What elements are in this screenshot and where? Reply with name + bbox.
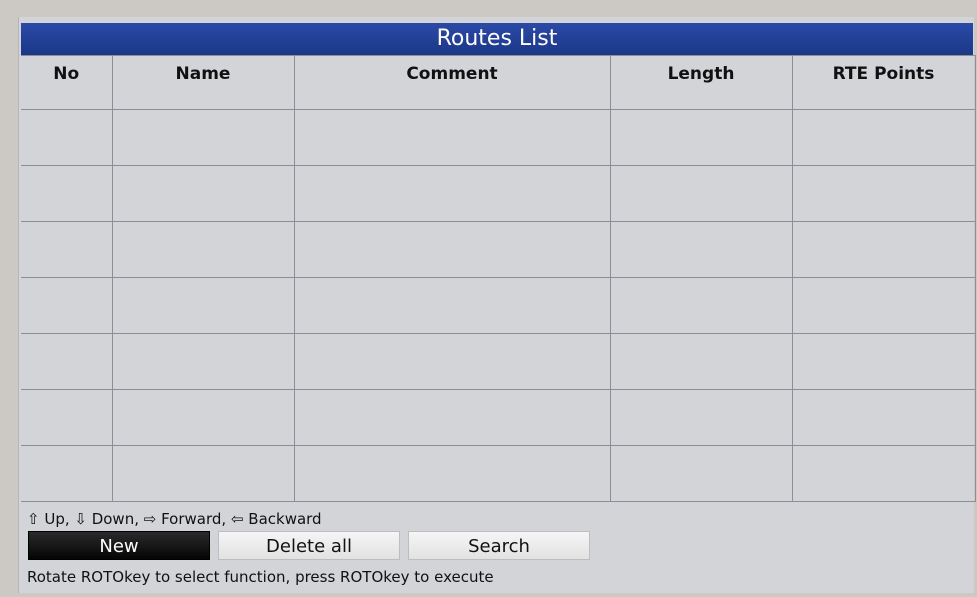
table-cell — [293, 445, 611, 502]
table-cell — [21, 333, 113, 390]
button-bar: New Delete all Search — [28, 531, 590, 560]
table-cell — [21, 109, 113, 166]
navigation-hint: ⇧ Up, ⇩ Down, ⇨ Forward, ⇦ Backward — [27, 510, 322, 528]
table-cell — [293, 389, 611, 446]
table-cell — [609, 333, 793, 390]
table-cell — [111, 165, 295, 222]
column-header-length: Length — [609, 55, 793, 110]
table-cell — [293, 277, 611, 334]
table-cell — [791, 445, 976, 502]
new-button[interactable]: New — [28, 531, 210, 560]
table-cell — [791, 389, 976, 446]
table-cell — [21, 221, 113, 278]
search-button[interactable]: Search — [408, 531, 590, 560]
column-header-name: Name — [111, 55, 295, 110]
table-header-row: No Name Comment Length RTE Points — [21, 55, 976, 110]
table-cell — [111, 389, 295, 446]
column-header-no: No — [21, 55, 113, 110]
table-cell — [609, 445, 793, 502]
routes-table: No Name Comment Length RTE Points — [21, 55, 976, 502]
table-cell — [21, 277, 113, 334]
status-text: Rotate ROTOkey to select function, press… — [27, 568, 494, 586]
table-cell — [21, 445, 113, 502]
routes-list-panel: Routes List No Name Comment Length RTE P… — [18, 17, 976, 593]
table-cell — [791, 221, 976, 278]
table-cell — [609, 165, 793, 222]
table-cell — [609, 221, 793, 278]
table-row[interactable] — [21, 277, 976, 334]
table-cell — [111, 277, 295, 334]
table-cell — [791, 277, 976, 334]
column-header-rte-points: RTE Points — [791, 55, 976, 110]
table-cell — [293, 165, 611, 222]
table-cell — [111, 221, 295, 278]
table-cell — [791, 333, 976, 390]
delete-all-button[interactable]: Delete all — [218, 531, 400, 560]
table-cell — [293, 221, 611, 278]
table-cell — [609, 109, 793, 166]
table-row[interactable] — [21, 445, 976, 502]
table-row[interactable] — [21, 221, 976, 278]
table-row[interactable] — [21, 333, 976, 390]
table-row[interactable] — [21, 389, 976, 446]
table-cell — [111, 109, 295, 166]
table-row[interactable] — [21, 109, 976, 166]
table-cell — [791, 109, 976, 166]
column-header-comment: Comment — [293, 55, 611, 110]
table-row[interactable] — [21, 165, 976, 222]
table-cell — [791, 165, 976, 222]
table-cell — [293, 333, 611, 390]
table-cell — [21, 165, 113, 222]
table-cell — [111, 333, 295, 390]
table-cell — [609, 277, 793, 334]
panel-title: Routes List — [21, 23, 973, 55]
table-cell — [111, 445, 295, 502]
table-cell — [21, 389, 113, 446]
table-cell — [609, 389, 793, 446]
table-cell — [293, 109, 611, 166]
